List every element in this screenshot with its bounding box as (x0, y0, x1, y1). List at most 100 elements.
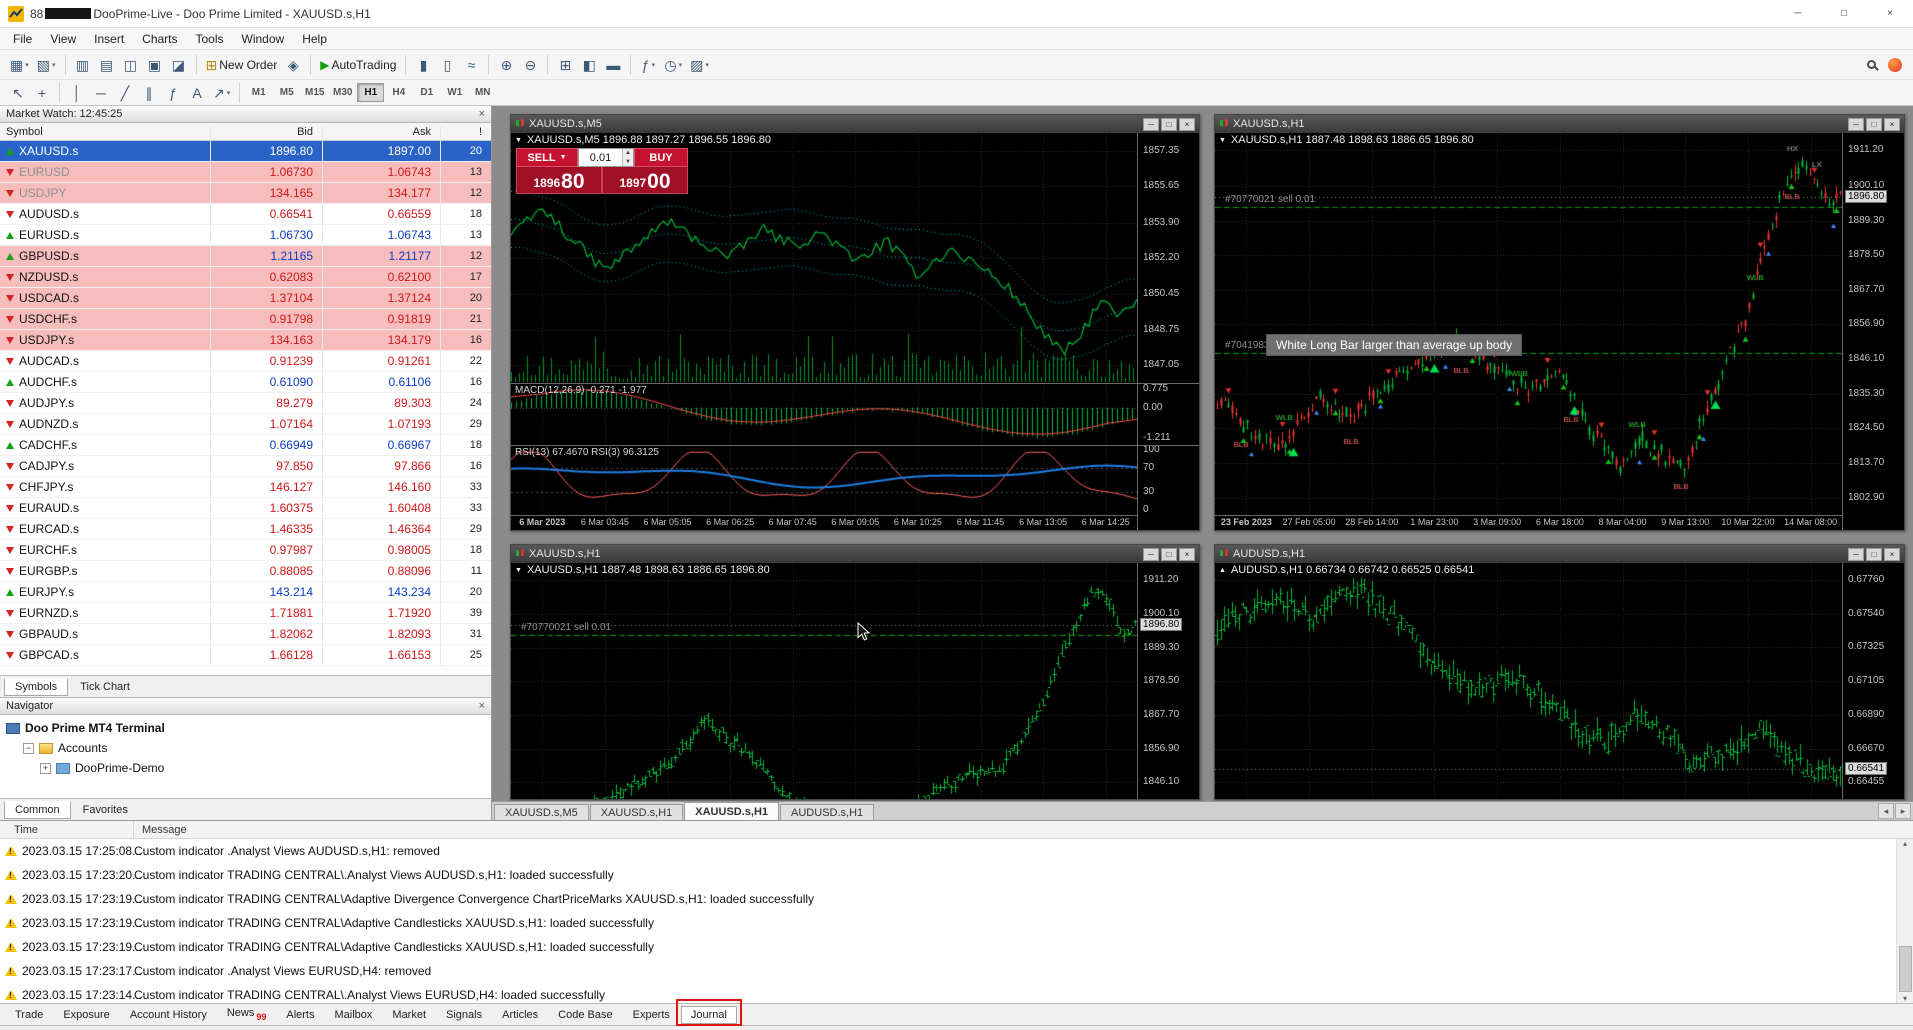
expand-icon[interactable]: + (40, 763, 51, 774)
chart-titlebar[interactable]: XAUUSD.s,H1 ─□× (1215, 115, 1904, 133)
tab-mailbox[interactable]: Mailbox (326, 1007, 382, 1023)
cascade-windows-button[interactable]: ◧ (577, 54, 601, 76)
timeframe-w1-button[interactable]: W1 (441, 83, 468, 102)
chart-minimize-button[interactable]: ─ (1143, 118, 1159, 131)
chart-window-audusd-h1[interactable]: AUDUSD.s,H1 ─□× 0.66541 0.677600.675400.… (1214, 544, 1905, 800)
zoom-in-button[interactable]: ⊕ (494, 54, 518, 76)
scroll-up-icon[interactable]: ▴ (1903, 839, 1907, 848)
community-button[interactable] (1883, 54, 1907, 76)
market-watch-row[interactable]: EURAUD.s1.603751.6040833 (0, 498, 491, 519)
chart-minimize-button[interactable]: ─ (1848, 118, 1864, 131)
trendline-button[interactable]: ╱ (113, 82, 137, 104)
tab-experts[interactable]: Experts (624, 1007, 679, 1023)
price-scale[interactable]: 1896.80 1911.201900.101889.301878.501867… (1137, 563, 1199, 799)
chart-minimize-button[interactable]: ─ (1848, 548, 1864, 561)
collapse-icon[interactable]: − (23, 743, 34, 754)
chart-restore-button[interactable]: □ (1866, 118, 1882, 131)
one-click-toggle-icon[interactable]: ▼ (515, 567, 522, 574)
chart-window-xauusd-h1-top[interactable]: XAUUSD.s,H1 ─□× 1896.80 1911.201900.1018… (1214, 114, 1905, 531)
time-axis[interactable]: 6 Mar 20236 Mar 03:456 Mar 05:056 Mar 06… (511, 515, 1137, 530)
journal-row[interactable]: 2023.03.15 17:23:19...Custom indicator T… (0, 911, 1896, 935)
metaeditor-button[interactable]: ◈ (281, 54, 305, 76)
market-watch-row[interactable]: GBPAUD.s1.820621.8209331 (0, 624, 491, 645)
journal-row[interactable]: 2023.03.15 17:23:14...Custom indicator T… (0, 983, 1896, 1003)
bid-column-header[interactable]: Bid (211, 126, 323, 138)
market-watch-row[interactable]: CHFJPY.s146.127146.16033 (0, 477, 491, 498)
new-chart-button[interactable]: ▦▾ (6, 54, 33, 76)
chart-tab-audusd-s-h1-3[interactable]: AUDUSD.s,H1 (780, 804, 874, 820)
tab-trade[interactable]: Trade (6, 1007, 52, 1023)
menu-file[interactable]: File (4, 30, 41, 48)
strategy-tester-button[interactable]: ◪ (167, 54, 191, 76)
chart-close-button[interactable]: × (1884, 118, 1900, 131)
text-label-button[interactable]: A (185, 82, 209, 104)
journal-row[interactable]: 2023.03.15 17:23:19...Custom indicator T… (0, 887, 1896, 911)
spread-column-header[interactable]: ! (441, 126, 491, 138)
scrollbar-thumb[interactable] (1899, 946, 1912, 992)
scrollbar-track[interactable] (1899, 848, 1912, 994)
pane-separator[interactable] (511, 383, 1199, 384)
market-watch-row[interactable]: AUDNZD.s1.071641.0719329 (0, 414, 491, 435)
terminal-toggle-button[interactable]: ▣ (143, 54, 167, 76)
maximize-button[interactable]: □ (1821, 0, 1867, 27)
tab-news[interactable]: News99 (218, 1005, 276, 1024)
market-watch-row[interactable]: CADCHF.s0.669490.6696718 (0, 435, 491, 456)
tab-alerts[interactable]: Alerts (277, 1007, 323, 1023)
tile-windows-button[interactable]: ⊞ (553, 54, 577, 76)
tab-articles[interactable]: Articles (493, 1007, 547, 1023)
tab-tick-chart[interactable]: Tick Chart (70, 679, 140, 695)
price-scale[interactable]: 1857.351855.651853.901852.201850.451848.… (1137, 133, 1199, 530)
candlestick-mode-button[interactable]: ▯ (435, 54, 459, 76)
chart-tab-xauusd-s-h1-2[interactable]: XAUUSD.s,H1 (684, 802, 779, 820)
market-watch-row[interactable]: USDCHF.s0.917980.9181921 (0, 309, 491, 330)
market-watch-row[interactable]: AUDCAD.s0.912390.9126122 (0, 351, 491, 372)
one-click-toggle-icon[interactable]: ▲ (1219, 567, 1226, 574)
timeframe-h1-button[interactable]: H1 (357, 83, 384, 102)
ask-column-header[interactable]: Ask (323, 126, 441, 138)
timeframe-m15-button[interactable]: M15 (301, 83, 328, 102)
timeframe-m1-button[interactable]: M1 (245, 83, 272, 102)
navigator-titlebar[interactable]: Navigator × (0, 698, 491, 715)
autotrading-button[interactable]: ▶AutoTrading (316, 54, 400, 76)
tab-account-history[interactable]: Account History (121, 1007, 216, 1023)
one-click-toggle-icon[interactable]: ▼ (1219, 137, 1226, 144)
menu-window[interactable]: Window (233, 30, 294, 48)
message-column-header[interactable]: Message (134, 824, 1913, 836)
tab-code-base[interactable]: Code Base (549, 1007, 621, 1023)
new-order-button[interactable]: ⊞New Order (202, 54, 282, 76)
market-watch-row[interactable]: EURCHF.s0.979870.9800518 (0, 540, 491, 561)
arrow-objects-button[interactable]: ↗▾ (209, 82, 234, 104)
journal-row[interactable]: 2023.03.15 17:23:19...Custom indicator T… (0, 935, 1896, 959)
market-watch-row[interactable]: EURNZD.s1.718811.7192039 (0, 603, 491, 624)
market-watch-row[interactable]: EURGBP.s0.880850.8809611 (0, 561, 491, 582)
tab-common[interactable]: Common (4, 801, 71, 819)
one-click-toggle-icon[interactable]: ▼ (515, 137, 522, 144)
tab-journal[interactable]: Journal (681, 1006, 737, 1024)
menu-charts[interactable]: Charts (133, 30, 186, 48)
time-axis[interactable]: 23 Feb 202327 Feb 05:0028 Feb 14:001 Mar… (1215, 515, 1842, 530)
market-watch-row[interactable]: USDCAD.s1.371041.3712420 (0, 288, 491, 309)
tab-scroll-left-icon[interactable]: ◂ (1878, 803, 1894, 819)
tree-item-doo-prime-mt4-terminal[interactable]: Doo Prime MT4 Terminal (0, 718, 491, 738)
price-scale[interactable]: 0.66541 0.677600.675400.673250.671050.66… (1842, 563, 1904, 799)
market-watch-row[interactable]: AUDCHF.s0.610900.6110616 (0, 372, 491, 393)
periods-list-button[interactable]: ◷▾ (660, 54, 686, 76)
pane-separator[interactable] (511, 445, 1199, 446)
buy-button[interactable]: BUY (634, 148, 688, 167)
tab-symbols[interactable]: Symbols (4, 678, 68, 696)
arrange-windows-button[interactable]: ▬ (601, 54, 625, 76)
data-window-button[interactable]: ▤ (95, 54, 119, 76)
market-watch-row[interactable]: USDJPY134.165134.17712 (0, 183, 491, 204)
chart-tab-xauusd-s-h1-1[interactable]: XAUUSD.s,H1 (590, 804, 684, 820)
market-watch-row[interactable]: EURJPY.s143.214143.23420 (0, 582, 491, 603)
journal-row[interactable]: 2023.03.15 17:25:08...Custom indicator .… (0, 839, 1896, 863)
timeframe-m30-button[interactable]: M30 (329, 83, 356, 102)
order-line-label[interactable]: #70770021 sell 0.01 (1225, 194, 1315, 205)
market-watch-row[interactable]: GBPUSD.s1.211651.2117712 (0, 246, 491, 267)
line-chart-mode-button[interactable]: ≈ (459, 54, 483, 76)
close-button[interactable]: × (1867, 0, 1913, 27)
chart-close-button[interactable]: × (1884, 548, 1900, 561)
tab-scroll-right-icon[interactable]: ▸ (1895, 803, 1911, 819)
market-watch-row[interactable]: GBPCAD.s1.661281.6615325 (0, 645, 491, 666)
chart-window-xauusd-h1-bottom[interactable]: XAUUSD.s,H1 ─□× 1896.80 1911.201900.1018… (510, 544, 1200, 800)
